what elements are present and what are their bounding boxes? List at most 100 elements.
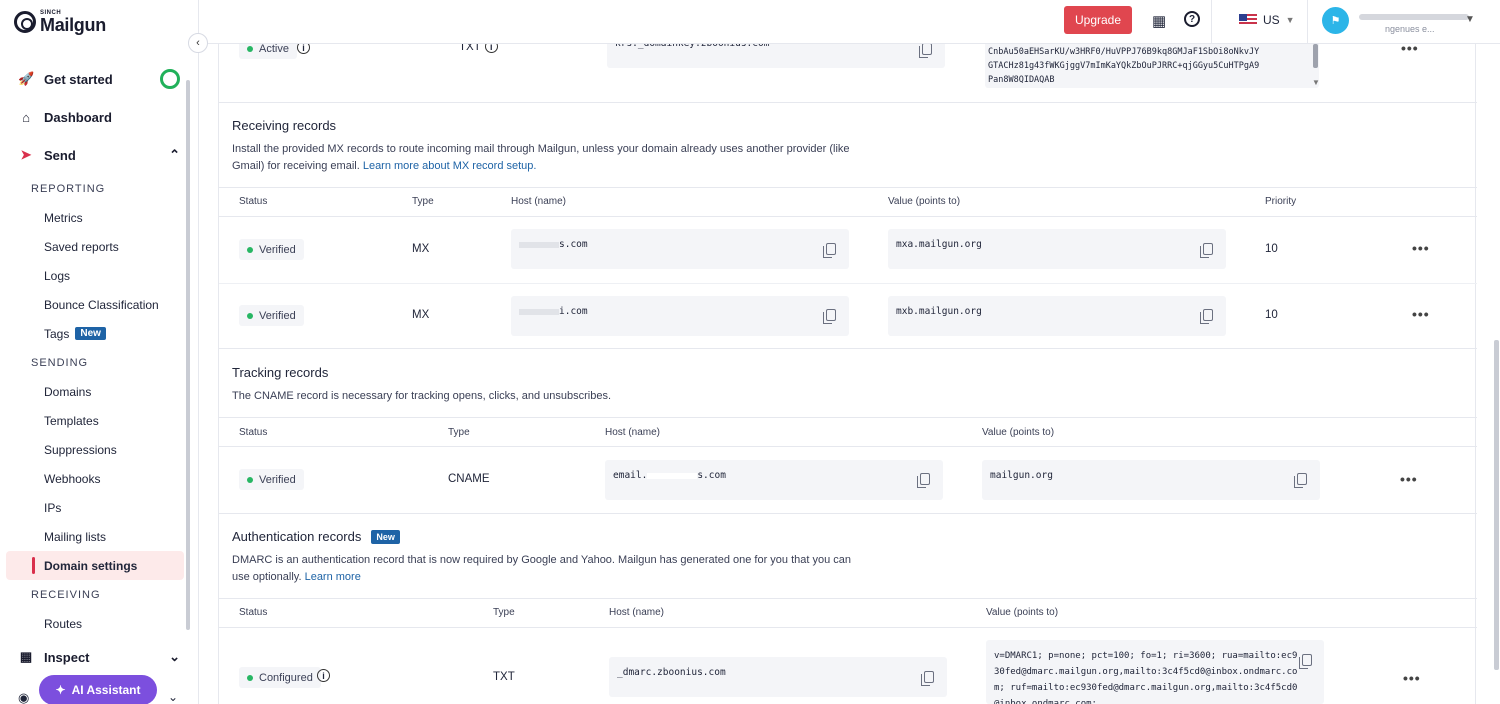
chevron-down-icon[interactable]: ⌄	[168, 690, 178, 704]
status-badge: Verified	[239, 469, 304, 490]
sidebar-item-logs[interactable]: Logs	[0, 261, 190, 290]
copy-icon[interactable]	[1299, 654, 1312, 669]
chevron-up-icon: ⌃	[169, 147, 180, 162]
record-type: CNAME	[448, 473, 490, 485]
section-title-text: Authentication records	[232, 529, 362, 544]
column-header-value: Value (points to)	[888, 196, 961, 207]
sidebar-item-webhooks[interactable]: Webhooks	[0, 464, 190, 493]
new-badge: New	[371, 529, 400, 544]
info-icon[interactable]: i	[317, 669, 330, 682]
host-field[interactable]: email. s.com	[605, 460, 943, 500]
column-header-host: Host (name)	[511, 196, 567, 207]
sidebar: SINCH Mailgun 🚀 Get started ⌂ Dashboard …	[0, 0, 199, 704]
sidebar-item-mailing-lists[interactable]: Mailing lists	[0, 522, 190, 551]
table-divider	[219, 417, 1477, 418]
authentication-records-title: Authentication records New	[232, 529, 400, 544]
mailgun-logo[interactable]: SINCH Mailgun	[14, 10, 106, 34]
mx-learn-more-link[interactable]: Learn more about MX record setup.	[363, 160, 537, 172]
section-label-sending: SENDING	[31, 356, 89, 369]
value-line: CnbAu50aEHSarKU/w3HRF0/HuVPPJ76B9kq8GMJa…	[988, 47, 1260, 57]
inspect-icon: ▦	[19, 649, 33, 664]
value-field[interactable]: mailgun.org	[982, 460, 1320, 500]
sidebar-item-domain-settings[interactable]: Domain settings	[6, 551, 184, 580]
sidebar-item-label: Inspect	[44, 649, 90, 665]
caret-down-icon[interactable]: ▼	[1465, 14, 1475, 25]
copy-icon[interactable]	[921, 671, 934, 686]
more-options-icon[interactable]: •••	[1400, 471, 1418, 487]
value-field[interactable]: v=DMARC1; p=none; pct=100; fo=1; ri=3600…	[986, 640, 1324, 704]
sidebar-item-templates[interactable]: Templates	[0, 406, 190, 435]
column-header-value: Value (points to)	[982, 427, 1055, 438]
divider	[1307, 0, 1308, 44]
copy-icon[interactable]	[823, 309, 836, 324]
sidebar-item-domains[interactable]: Domains	[0, 377, 190, 406]
sidebar-item-metrics[interactable]: Metrics	[0, 203, 190, 232]
help-icon[interactable]: ?	[1184, 11, 1200, 27]
sidebar-item-tags[interactable]: Tags New	[0, 319, 190, 348]
sidebar-item-send[interactable]: ➤ Send ⌃	[0, 136, 190, 174]
value-field[interactable]: mxa.mailgun.org	[888, 229, 1226, 269]
host-field[interactable]: s.com	[511, 229, 849, 269]
host-field[interactable]: i.com	[511, 296, 849, 336]
section-label-reporting: REPORTING	[31, 182, 106, 195]
sidebar-item-saved-reports[interactable]: Saved reports	[0, 232, 190, 261]
value-line: 30fed@dmarc.mailgun.org,mailto:3c4f5cd0@…	[994, 667, 1298, 677]
table-divider	[219, 446, 1477, 447]
copy-icon[interactable]	[919, 43, 932, 58]
column-header-status: Status	[239, 607, 268, 618]
sidebar-item-routes[interactable]: Routes	[0, 609, 190, 638]
sidebar-item-dashboard[interactable]: ⌂ Dashboard	[0, 98, 190, 136]
more-options-icon[interactable]: •••	[1412, 240, 1430, 256]
new-badge: New	[75, 327, 106, 340]
user-name-redacted[interactable]	[1359, 14, 1469, 20]
copy-icon[interactable]	[917, 473, 930, 488]
status-text: Configured	[259, 671, 313, 684]
tracking-records-title: Tracking records	[232, 365, 329, 380]
sidebar-item-bounce-classification[interactable]: Bounce Classification	[0, 290, 190, 319]
main-scrollbar[interactable]	[1494, 340, 1499, 670]
column-header-value: Value (points to)	[986, 607, 1059, 618]
scroll-down-arrow-icon[interactable]: ▼	[1312, 78, 1320, 87]
sidebar-item-ips[interactable]: IPs	[0, 493, 190, 522]
record-type: MX	[412, 309, 430, 321]
sidebar-item-inspect[interactable]: ▦ Inspect ⌄	[0, 638, 190, 676]
value-field[interactable]: CnbAu50aEHSarKU/w3HRF0/HuVPPJ76B9kq8GMJa…	[985, 40, 1319, 88]
status-text: Verified	[259, 243, 296, 256]
priority-value: 10	[1265, 243, 1278, 255]
dmarc-learn-more-link[interactable]: Learn more	[305, 571, 361, 583]
collapse-sidebar-button[interactable]: ‹	[188, 33, 208, 53]
record-type: MX	[412, 243, 430, 255]
apps-grid-icon[interactable]: ▦	[1152, 12, 1166, 30]
column-header-status: Status	[239, 427, 268, 438]
more-options-icon[interactable]: •••	[1412, 306, 1430, 322]
rocket-icon: 🚀	[18, 71, 35, 86]
more-options-icon[interactable]: •••	[1403, 670, 1421, 686]
column-header-type: Type	[493, 607, 515, 618]
value-line: Pan8W8QIDAQAB	[988, 75, 1055, 85]
authentication-records-description: DMARC is an authentication record that i…	[232, 552, 852, 586]
sidebar-item-suppressions[interactable]: Suppressions	[0, 435, 190, 464]
record-type: TXT	[493, 671, 515, 683]
domain-settings-panel: Active i TXT i krs._domainkey.zboonius.c…	[218, 0, 1477, 704]
region-selector[interactable]: US ▼	[1239, 13, 1295, 27]
copy-icon[interactable]	[1200, 309, 1213, 324]
value-scrollbar[interactable]	[1313, 44, 1318, 68]
host-prefix: email.	[613, 470, 648, 481]
logo-mailgun-text: Mailgun	[40, 15, 106, 35]
value-field[interactable]: mxb.mailgun.org	[888, 296, 1226, 336]
flag-icon: ⚑	[1330, 15, 1341, 27]
copy-icon[interactable]	[1200, 243, 1213, 258]
copy-icon[interactable]	[823, 243, 836, 258]
sidebar-scrollbar[interactable]	[186, 80, 190, 630]
ai-assistant-button[interactable]: ✦ AI Assistant	[39, 675, 157, 704]
host-field[interactable]: _dmarc.zboonius.com	[609, 657, 947, 697]
status-dot	[247, 674, 253, 681]
ai-assistant-label: AI Assistant	[71, 683, 141, 697]
copy-icon[interactable]	[1294, 473, 1307, 488]
value-line: m; ruf=mailto:ec930fed@dmarc.mailgun.org…	[994, 683, 1298, 693]
avatar[interactable]: ⚑	[1322, 7, 1349, 34]
host-value: s.com	[559, 239, 588, 250]
globe-icon: ◉	[18, 690, 30, 704]
sidebar-item-get-started[interactable]: 🚀 Get started	[0, 60, 190, 98]
upgrade-button[interactable]: Upgrade	[1064, 6, 1132, 34]
